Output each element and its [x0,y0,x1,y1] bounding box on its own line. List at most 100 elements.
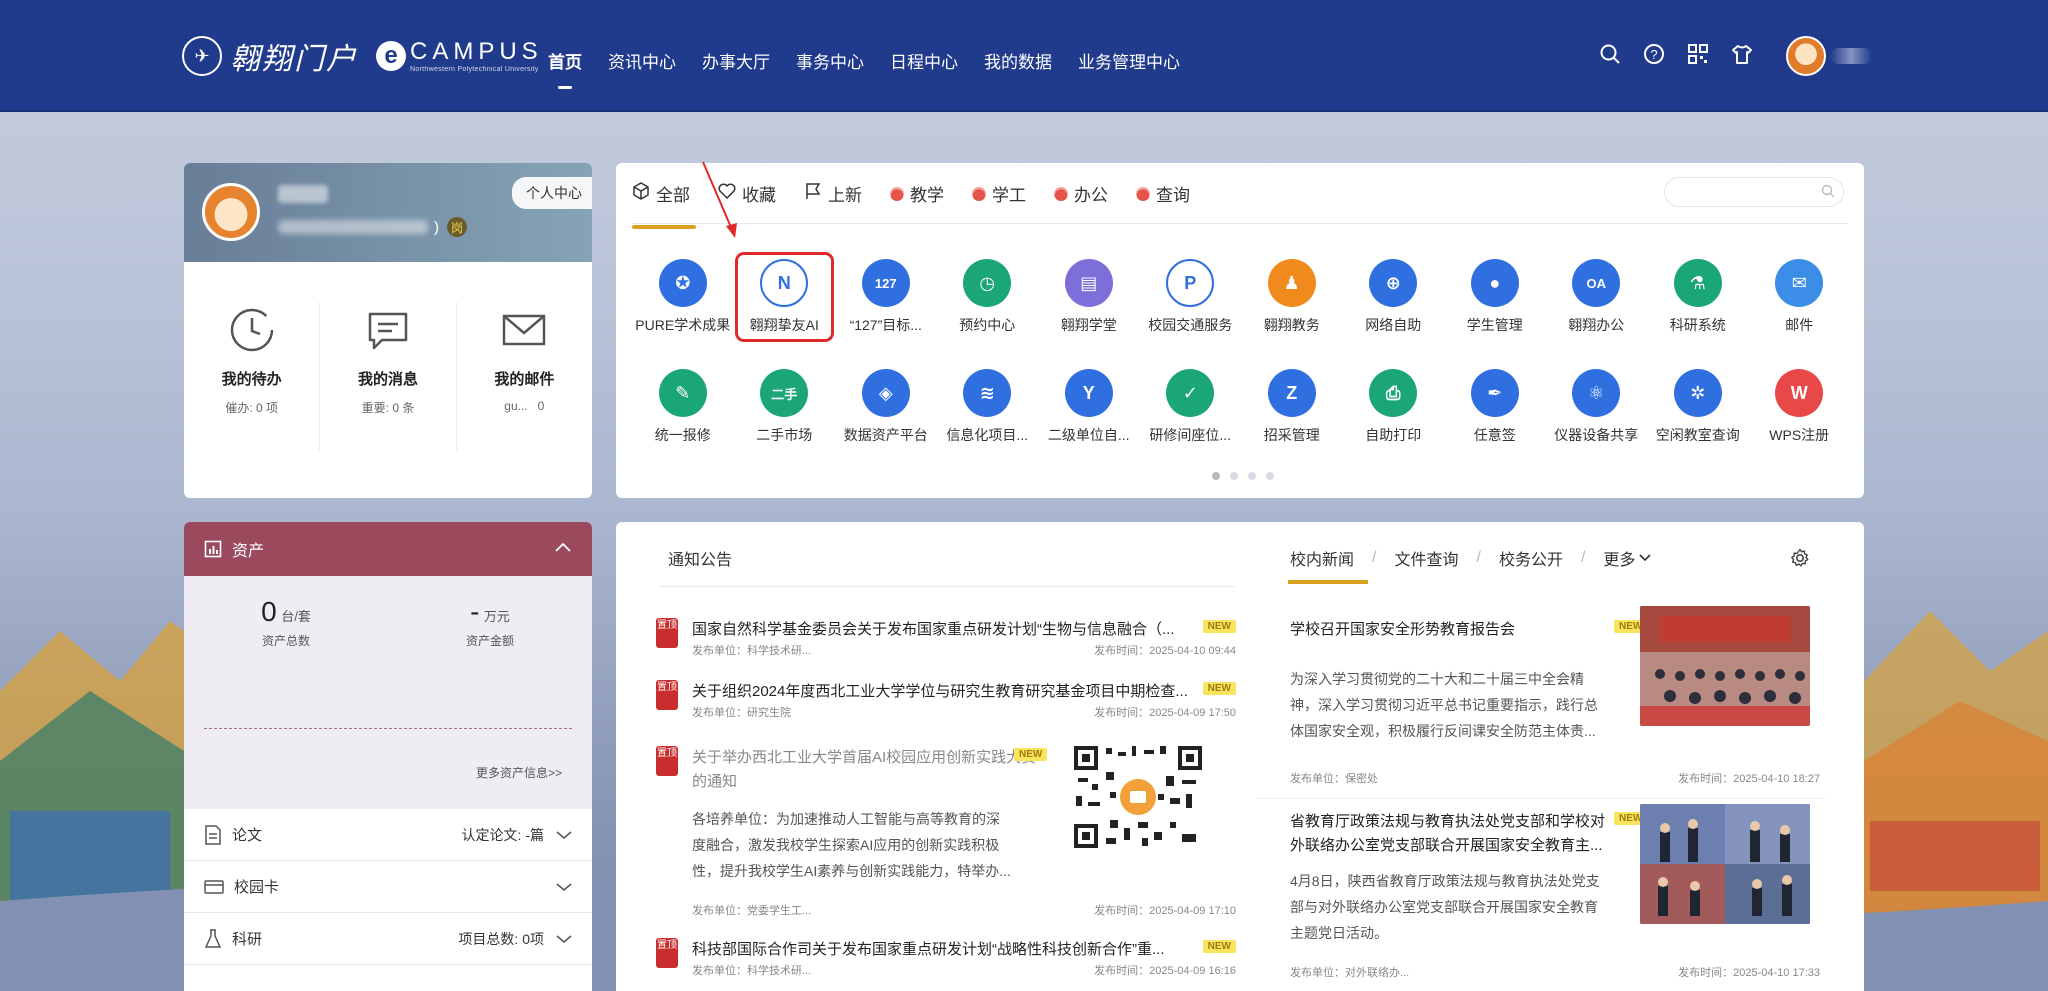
stat-todo[interactable]: 我的待办 催办: 0 项 [184,302,321,452]
app-icon: ⚛ [1572,369,1621,417]
app-icon: ◷ [963,259,1012,307]
accordion-papers[interactable]: 论文 认定论文: -篇 [184,809,592,861]
help-icon[interactable]: ? [1642,42,1666,66]
skin-shirt-icon[interactable] [1730,42,1754,66]
app-icon: W [1775,369,1824,417]
news-item[interactable]: 学校召开国家安全形势教育报告会 NEW 为深入学习贯彻党的二十大和二十届三中全会… [1290,606,1820,792]
app-tile[interactable]: W WPS注册 [1749,369,1851,445]
asset-header[interactable]: 资产 [184,522,592,576]
app-label: 翱翔办公 [1568,317,1625,333]
chevron-up-icon[interactable] [554,540,572,558]
app-label: 信息化项目... [946,427,1029,443]
chevron-down-icon [1639,549,1651,567]
app-tile[interactable]: ✎ 统一报修 [632,369,734,445]
app-tile[interactable]: ✓ 研修间座位... [1140,369,1242,445]
user-menu[interactable] [1786,36,1872,76]
stat-messages[interactable]: 我的消息 重要: 0 条 [320,302,457,452]
tab-new[interactable]: 上新 [804,181,862,222]
app-tile[interactable]: ♟ 翱翔教务 [1241,259,1343,335]
app-tile[interactable]: Y 二级单位自... [1038,369,1140,445]
tab-new-label: 上新 [828,186,862,205]
app-icon: ● [1470,259,1519,307]
annotation-arrow [702,161,737,238]
app-tile[interactable]: ✉ 邮件 [1749,259,1851,335]
news-item[interactable]: 省教育厅政策法规与教育执法处党支部和学校对外联络办公室党支部联合开展国家安全教育… [1290,804,1820,980]
app-tile[interactable]: ⚗ 科研系统 [1647,259,1749,335]
notice-item-time: 发布时间：2025-04-10 09:44 [1094,645,1236,657]
notice-item[interactable]: 置顶 国家自然科学基金委员会关于发布国家重点研发计划“生物与信息融合（... N… [656,618,1236,658]
pager-dot[interactable] [1248,472,1256,480]
app-tile[interactable]: ◈ 数据资产平台 [835,369,937,445]
app-tile[interactable]: ⊕ 网络自助 [1343,259,1445,335]
accordion-campus-card[interactable]: 校园卡 [184,861,592,913]
app-tile[interactable]: ● 学生管理 [1444,259,1546,335]
tab-file-query[interactable]: 文件查询 [1394,546,1458,570]
app-label: 预约中心 [959,317,1016,333]
personal-center-button[interactable]: 个人中心 [512,177,592,209]
pager-dot[interactable] [1230,472,1238,480]
tab-all[interactable]: 全部 [632,181,696,229]
app-icon: ⚗ [1673,259,1722,307]
app-tile[interactable]: N 翱翔挚友AI [734,252,834,342]
nav-news-center[interactable]: 资讯中心 [595,40,689,81]
app-tile[interactable]: P 校园交通服务 [1140,259,1242,335]
app-tile[interactable]: ✪ PURE学术成果 [632,259,734,335]
app-tile[interactable]: Z 招采管理 [1241,369,1343,445]
pager-dot[interactable] [1212,472,1220,480]
apps-card: 全部 收藏 上新 教学 学工 办公 查询 ✪ PURE学术成果 N 翱翔挚友AI 127… [616,163,1864,498]
app-tile[interactable]: ≋ 信息化项目... [937,369,1039,445]
nav-schedule-center[interactable]: 日程中心 [877,40,971,81]
tab-affairs-public[interactable]: 校务公开 [1499,546,1563,570]
news-divider [1256,798,1826,799]
search-icon[interactable] [1598,42,1622,66]
app-label: 统一报修 [654,427,711,443]
app-tile[interactable]: ✲ 空闲教室查询 [1647,369,1749,445]
app-icon: ⊕ [1369,259,1418,307]
notice-item[interactable]: 置顶 关于组织2024年度西北工业大学学位与研究生教育研究基金项目中期检查...… [656,680,1236,720]
tab-teaching[interactable]: 教学 [890,181,944,222]
portal-logo[interactable]: ✈ 翱翔门户 e CAMPUS Northwestern Polytechnic… [182,34,543,78]
app-tile[interactable]: OA 翱翔办公 [1546,259,1648,335]
app-label: 邮件 [1785,317,1814,333]
app-icon: Y [1064,369,1113,417]
notice-item[interactable]: 置顶 科技部国际合作司关于发布国家重点研发计划“战略性科技创新合作”重... N… [656,938,1236,978]
tab-office[interactable]: 办公 [1054,181,1108,222]
gear-icon[interactable] [1790,548,1810,573]
notice-item-unit: 发布单位：科学技术研... [692,965,812,977]
app-label: “127”目标... [849,317,922,333]
app-icon: ✎ [658,369,707,417]
nav-affairs-center[interactable]: 事务中心 [783,40,877,81]
nav-home[interactable]: 首页 [535,40,595,89]
news-item-unit: 发布单位：保密处 [1290,773,1378,785]
asset-amount: - 万元 资产金额 [388,596,592,649]
nav-business-center[interactable]: 业务管理中心 [1065,40,1193,81]
app-icon: ≋ [963,369,1012,417]
tab-campus-news[interactable]: 校内新闻 [1287,546,1369,584]
qrcode-icon[interactable] [1686,42,1710,66]
flag-icon [804,182,822,205]
accordion-papers-count: 认定论文: -篇 [461,826,544,843]
app-search-input[interactable] [1664,177,1844,207]
app-tile[interactable]: ✒ 任意签 [1444,369,1546,445]
app-tile[interactable]: ▤ 翱翔学堂 [1038,259,1140,335]
pager-dot[interactable] [1266,472,1274,480]
tab-query[interactable]: 查询 [1136,181,1190,222]
tab-student-affairs[interactable]: 学工 [972,181,1026,222]
app-tile[interactable]: 127 “127”目标... [835,259,937,335]
new-badge: NEW [1202,940,1236,953]
nav-my-data[interactable]: 我的数据 [971,40,1065,81]
pinned-seal-icon: 置顶 [656,618,678,648]
stat-mail[interactable]: 我的邮件 gu... 0 [457,302,592,452]
post-badge: 岗 [447,217,467,237]
more-asset-link[interactable]: 更多资产信息>> [476,764,562,781]
user-avatar [1786,36,1826,76]
app-tile[interactable]: ⚛ 仪器设备共享 [1546,369,1648,445]
app-tile[interactable]: ◷ 预约中心 [937,259,1039,335]
profile-info: ) 岗 [278,217,467,237]
accordion-research[interactable]: 科研 项目总数: 0项 [184,913,592,965]
tab-more[interactable]: 更多 [1603,546,1651,570]
nav-service-hall[interactable]: 办事大厅 [689,40,783,81]
app-tile[interactable]: ⎙ 自助打印 [1343,369,1445,445]
app-label: 空闲教室查询 [1655,427,1740,443]
app-tile[interactable]: 二手 二手市场 [734,369,836,445]
